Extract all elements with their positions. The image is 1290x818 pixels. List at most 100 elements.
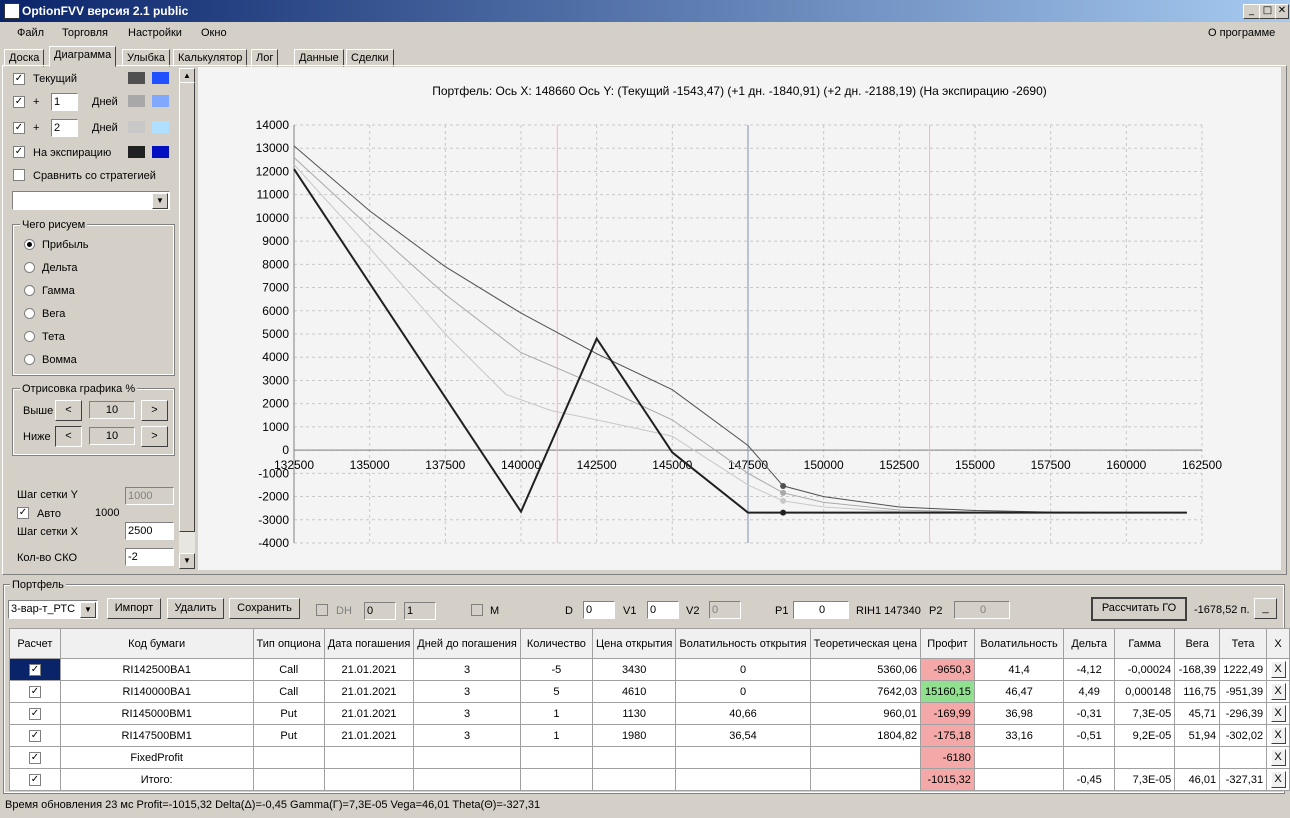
row-calc-checkbox-cell[interactable]: ✓: [9, 724, 61, 747]
sko-input[interactable]: -2: [125, 548, 174, 566]
menu-trading[interactable]: Торговля: [62, 27, 108, 39]
menu-about[interactable]: О программе: [1208, 27, 1275, 39]
row-calc-checkbox[interactable]: ✓: [28, 774, 41, 786]
row-calc-checkbox[interactable]: ✓: [28, 730, 41, 742]
table-header-cell[interactable]: Цена открытия: [591, 628, 677, 659]
current-color-1[interactable]: [128, 72, 145, 84]
row-calc-checkbox-cell[interactable]: ✓: [9, 680, 61, 703]
plus1-checkbox[interactable]: ✓: [13, 96, 25, 108]
v2-input[interactable]: 0: [709, 601, 741, 619]
row-calc-checkbox-cell[interactable]: ✓: [9, 746, 61, 769]
row-remove-button[interactable]: X: [1270, 705, 1286, 722]
radio-theta[interactable]: [24, 331, 35, 342]
dh-spinner-2[interactable]: 1: [404, 602, 436, 620]
table-header-cell[interactable]: Код бумаги: [59, 628, 254, 659]
table-row[interactable]: ✓ RI142500BA1 Call 21.01.2021 3 -5 3430 0 5360,0…: [9, 658, 1290, 681]
current-checkbox[interactable]: ✓: [13, 73, 25, 85]
row-calc-checkbox[interactable]: ✓: [28, 664, 41, 676]
table-row[interactable]: ✓ RI145000BM1 Put 21.01.2021 3 1 1130 40,66 960,…: [9, 702, 1290, 725]
menu-settings[interactable]: Настройки: [128, 27, 182, 39]
scroll-down-icon[interactable]: ▼: [179, 553, 195, 569]
plus2-days-input[interactable]: 2: [51, 119, 78, 137]
table-header-cell[interactable]: Количество: [519, 628, 593, 659]
radio-delta[interactable]: [24, 262, 35, 273]
tab-diagram[interactable]: Диаграмма: [49, 46, 117, 67]
radio-profit[interactable]: [24, 239, 35, 250]
scroll-thumb[interactable]: [179, 82, 195, 532]
expiration-checkbox[interactable]: ✓: [13, 146, 25, 158]
p2-input[interactable]: 0: [954, 601, 1010, 619]
row-calc-checkbox-cell[interactable]: ✓: [9, 702, 61, 725]
import-button[interactable]: Импорт: [107, 598, 161, 619]
go-minimize-button[interactable]: _: [1254, 598, 1277, 619]
table-header-cell[interactable]: Профит: [920, 628, 975, 659]
table-header-cell[interactable]: X: [1266, 628, 1290, 659]
row-remove-button[interactable]: X: [1270, 749, 1286, 766]
row-calc-checkbox[interactable]: ✓: [28, 708, 41, 720]
row-remove-button[interactable]: X: [1270, 771, 1286, 788]
table-header-cell[interactable]: Дельта: [1063, 628, 1116, 659]
d-input[interactable]: 0: [583, 601, 615, 619]
upper-more-button[interactable]: >: [141, 400, 168, 421]
plus1-color-1[interactable]: [128, 95, 145, 107]
plus2-color-2[interactable]: [152, 121, 169, 133]
lower-more-button[interactable]: >: [141, 426, 168, 447]
table-header-cell[interactable]: Гамма: [1114, 628, 1176, 659]
plus1-days-input[interactable]: 1: [51, 93, 78, 111]
plus2-color-1[interactable]: [128, 121, 145, 133]
auto-checkbox[interactable]: ✓: [17, 507, 29, 519]
grid-y-input[interactable]: 1000: [125, 487, 174, 505]
left-panel-scrollbar[interactable]: ▲ ▼: [179, 68, 195, 569]
radio-gamma[interactable]: [24, 285, 35, 296]
profit-chart[interactable]: 1400013000120001100010000900080007000600…: [198, 67, 1281, 570]
dh-spinner-1[interactable]: 0: [364, 602, 396, 620]
row-remove-button[interactable]: X: [1270, 727, 1286, 744]
table-header-cell[interactable]: Теоретическая цена: [809, 628, 922, 659]
row-calc-checkbox-cell[interactable]: ✓: [9, 768, 61, 791]
menu-window[interactable]: Окно: [201, 27, 227, 39]
dh-checkbox[interactable]: [316, 604, 328, 616]
delete-button[interactable]: Удалить: [167, 598, 224, 619]
menu-file[interactable]: Файл: [17, 27, 44, 39]
row-calc-checkbox-cell[interactable]: ✓: [9, 658, 61, 681]
plus2-checkbox[interactable]: ✓: [13, 122, 25, 134]
strategy-select[interactable]: 3-вар-т_РТС ▼: [8, 600, 98, 619]
table-header-cell[interactable]: Тип опциона: [252, 628, 325, 659]
table-header-cell[interactable]: Тета: [1219, 628, 1268, 659]
table-header-cell[interactable]: Волатильность: [973, 628, 1065, 659]
table-row[interactable]: ✓ FixedProfit -6180 X: [9, 746, 1290, 769]
chevron-down-icon[interactable]: ▼: [80, 602, 96, 618]
row-remove-button[interactable]: X: [1270, 661, 1286, 678]
strategy-compare-select[interactable]: ▼: [12, 191, 170, 210]
expiration-color-2[interactable]: [152, 146, 169, 158]
table-row[interactable]: ✓ RI140000BA1 Call 21.01.2021 3 5 4610 0 7642,03…: [9, 680, 1290, 703]
row-remove-button[interactable]: X: [1270, 683, 1286, 700]
upper-less-button[interactable]: <: [55, 400, 82, 421]
close-button[interactable]: ✕: [1275, 4, 1289, 19]
p1-input[interactable]: 0: [793, 601, 849, 619]
table-header-cell[interactable]: Расчет: [9, 628, 61, 659]
minimize-button[interactable]: _: [1243, 4, 1260, 19]
compare-checkbox[interactable]: [13, 169, 25, 181]
chart-area[interactable]: Портфель: Ось X: 148660 Ось Y: (Текущий …: [198, 67, 1281, 570]
expiration-color-1[interactable]: [128, 146, 145, 158]
save-button[interactable]: Сохранить: [229, 598, 300, 619]
table-row[interactable]: ✓ RI147500BM1 Put 21.01.2021 3 1 1980 36,54 1804…: [9, 724, 1290, 747]
table-header-cell[interactable]: Вега: [1174, 628, 1221, 659]
table-header-cell[interactable]: Дней до погашения: [413, 628, 521, 659]
current-color-2[interactable]: [152, 72, 169, 84]
table-header-cell[interactable]: Дата погашения: [323, 628, 415, 659]
m-checkbox[interactable]: [471, 604, 483, 616]
table-header-cell[interactable]: Волатильность открытия: [675, 628, 811, 659]
radio-vomma[interactable]: [24, 354, 35, 365]
calc-go-button[interactable]: Рассчитать ГО: [1091, 597, 1187, 621]
radio-vega[interactable]: [24, 308, 35, 319]
table-row[interactable]: ✓ Итого: -1015,32 -0,45 7,3E-05 46,01 -327,31 X: [9, 768, 1290, 791]
chevron-down-icon[interactable]: ▼: [152, 193, 168, 209]
grid-x-input[interactable]: 2500: [125, 522, 174, 540]
lower-less-button[interactable]: <: [55, 426, 82, 447]
v1-input[interactable]: 0: [647, 601, 679, 619]
row-calc-checkbox[interactable]: ✓: [28, 752, 41, 764]
row-calc-checkbox[interactable]: ✓: [28, 686, 41, 698]
maximize-button[interactable]: □: [1259, 4, 1276, 19]
